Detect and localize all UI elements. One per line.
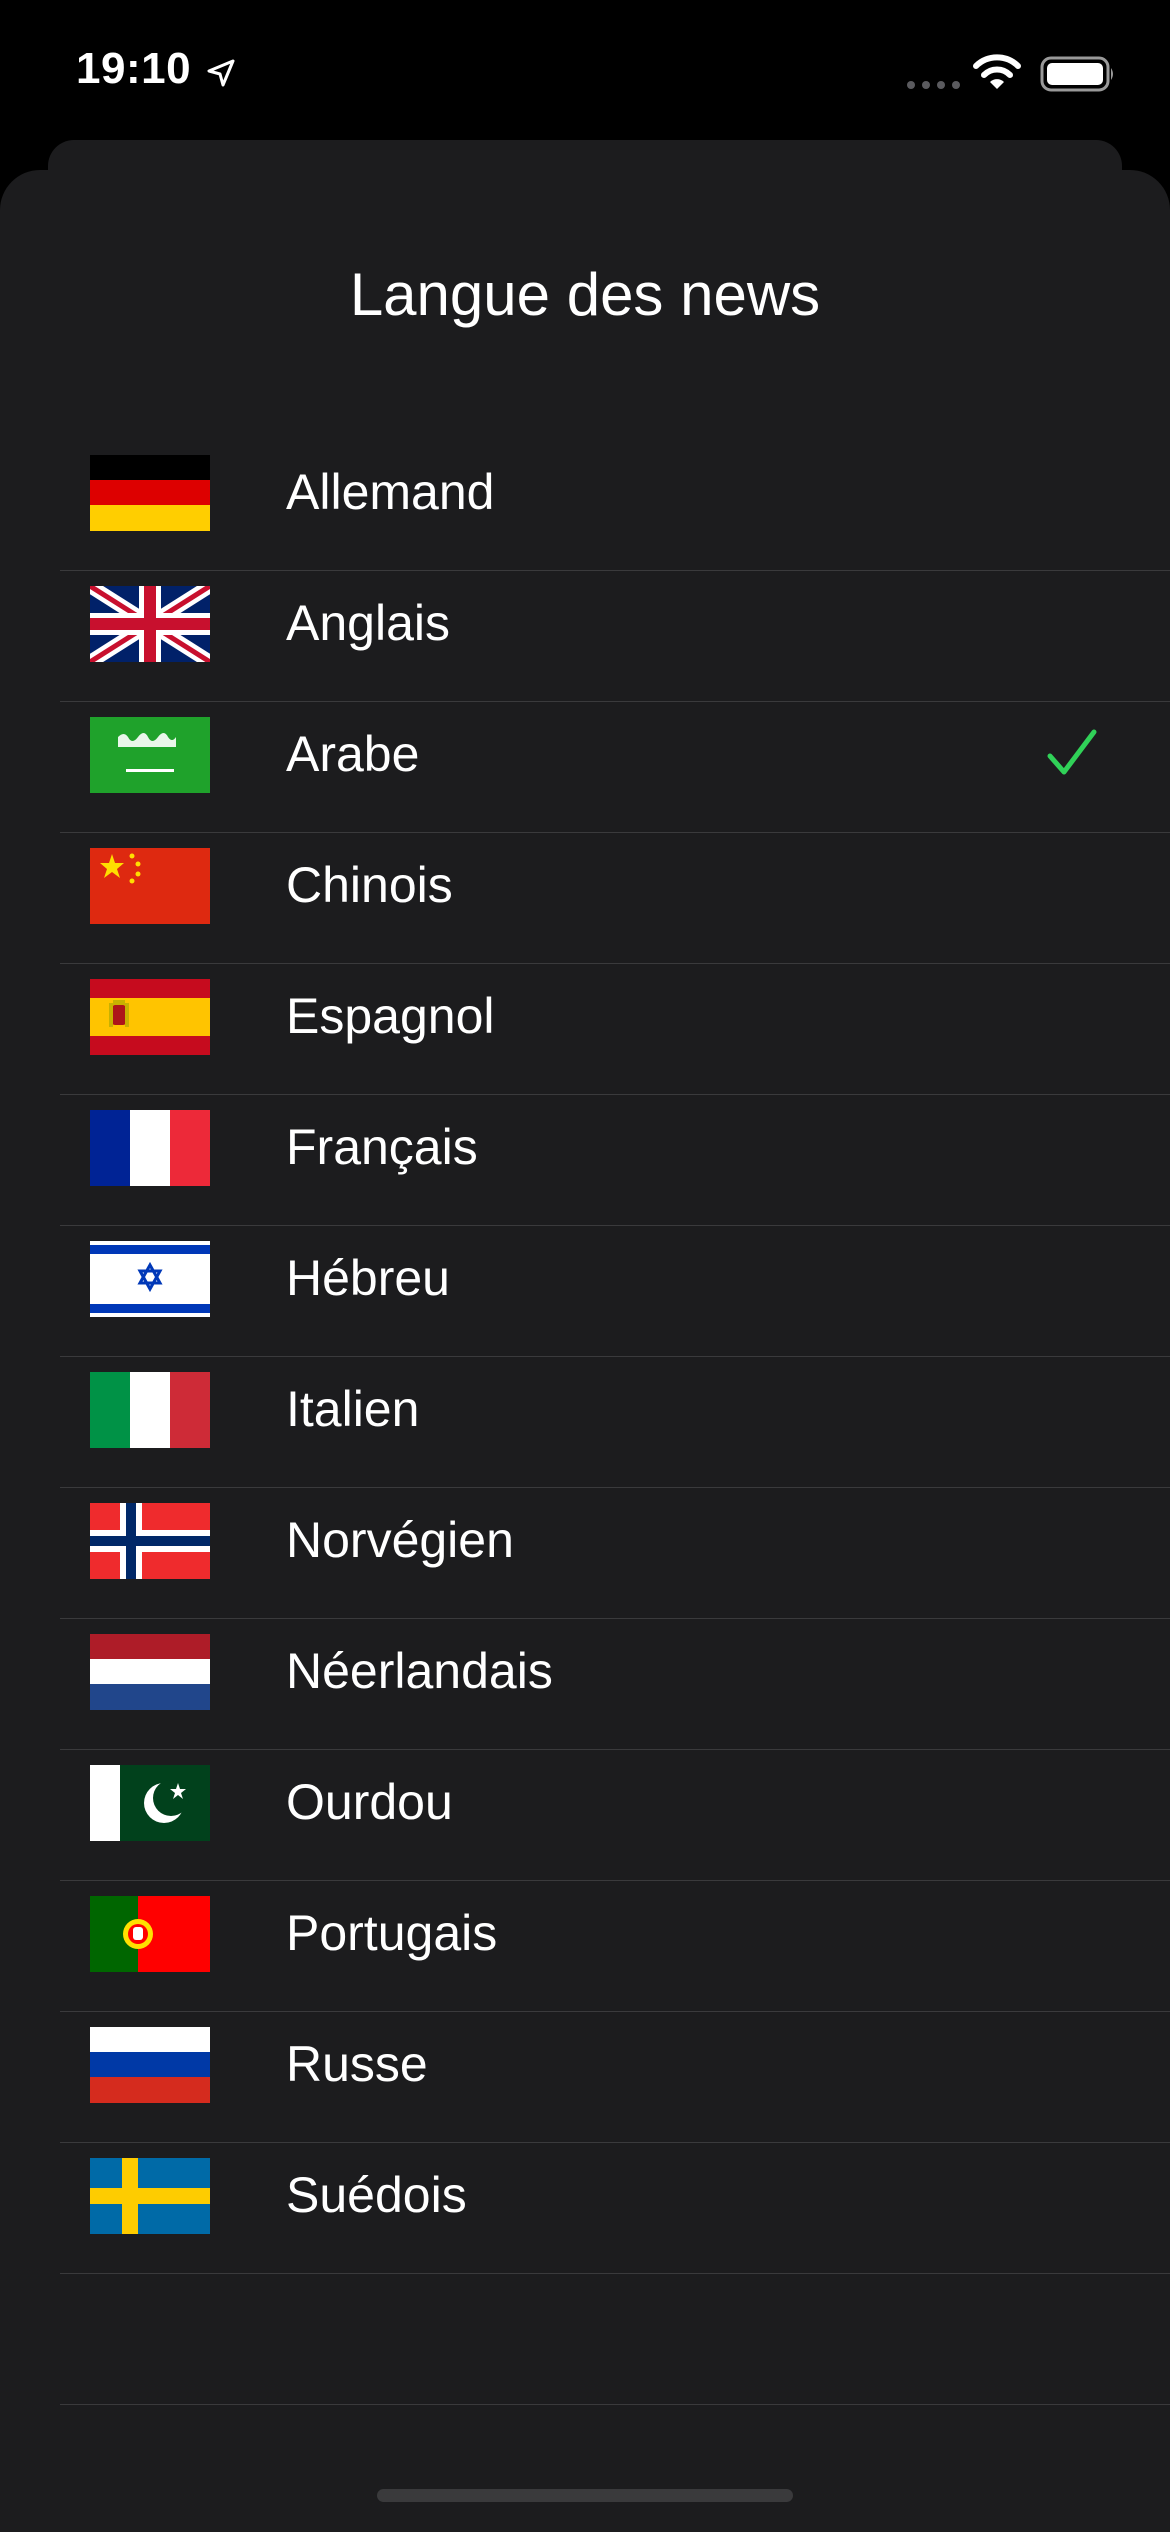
language-row-allemand[interactable]: Allemand [60,440,1170,571]
language-label: Chinois [286,857,453,913]
language-label: Néerlandais [286,1643,553,1699]
portugal-flag-icon [90,1896,210,1972]
language-row-hebreu[interactable]: Hébreu [60,1226,1170,1357]
status-time: 19:10 [76,44,192,93]
saudi-arabia-flag-icon [90,717,210,793]
netherlands-flag-icon [90,1634,210,1710]
sheet-title: Langue des news [349,261,821,328]
battery-icon [1040,56,1113,92]
language-label: Hébreu [286,1250,450,1306]
language-label: Anglais [286,595,450,651]
location-arrow-icon [207,59,235,87]
language-row-francais[interactable]: Français [60,1095,1170,1226]
language-list: Allemand Anglais Arabe Chinois Espagnol … [60,440,1170,2405]
language-row-espagnol[interactable]: Espagnol [60,964,1170,1095]
wifi-icon [973,54,1021,89]
language-row-arabe[interactable]: Arabe [60,702,1170,833]
signal-dots-icon [907,81,960,89]
language-row-ourdou[interactable]: Ourdou [60,1750,1170,1881]
italy-flag-icon [90,1372,210,1448]
sweden-flag-icon [90,2158,210,2234]
language-row-norvegien[interactable]: Norvégien [60,1488,1170,1619]
language-label: Allemand [286,464,495,520]
france-flag-icon [90,1110,210,1186]
language-row-russe[interactable]: Russe [60,2012,1170,2143]
language-row-neerlandais[interactable]: Néerlandais [60,1619,1170,1750]
empty-row [60,2274,1170,2405]
language-label: Norvégien [286,1512,514,1568]
language-row-italien[interactable]: Italien [60,1357,1170,1488]
pakistan-flag-icon [90,1765,210,1841]
home-indicator[interactable] [377,2489,793,2502]
russia-flag-icon [90,2027,210,2103]
germany-flag-icon [90,455,210,531]
israel-flag-icon [90,1241,210,1317]
language-label: Russe [286,2036,428,2092]
china-flag-icon [90,848,210,924]
uk-flag-icon [90,586,210,662]
language-row-chinois[interactable]: Chinois [60,833,1170,964]
status-bar: 19:10 [0,0,1170,140]
language-label: Français [286,1119,478,1175]
language-label: Portugais [286,1905,498,1961]
language-label: Ourdou [286,1774,453,1830]
spain-flag-icon [90,979,210,1055]
checkmark-icon [1047,729,1097,775]
language-row-portugais[interactable]: Portugais [60,1881,1170,2012]
language-label: Italien [286,1381,420,1437]
norway-flag-icon [90,1503,210,1579]
language-label: Suédois [286,2167,467,2223]
language-label: Espagnol [286,988,495,1044]
language-row-suedois[interactable]: Suédois [60,2143,1170,2274]
language-label: Arabe [286,726,420,782]
language-row-anglais[interactable]: Anglais [60,571,1170,702]
